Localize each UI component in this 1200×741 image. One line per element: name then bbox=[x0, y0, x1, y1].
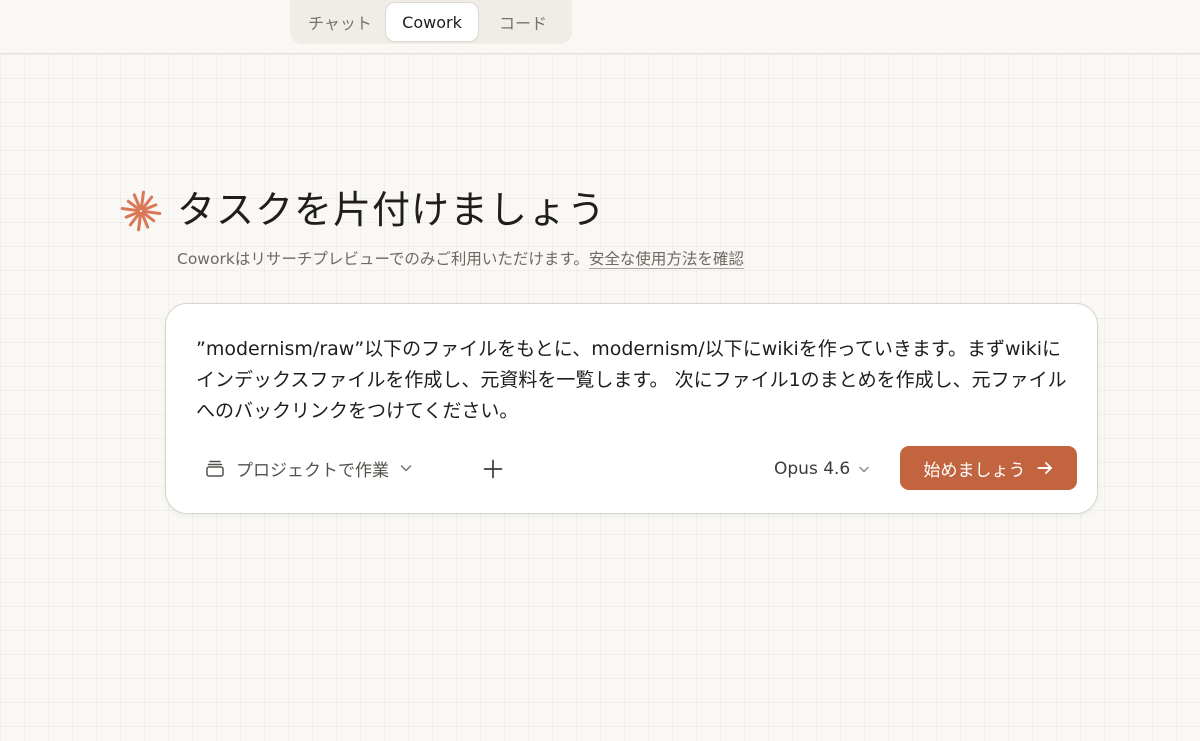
task-composer: ”modernism/raw”以下のファイルをもとに、modernism/以下に… bbox=[165, 303, 1098, 514]
sparkle-asterisk-icon bbox=[120, 190, 162, 232]
start-button-label: 始めましょう bbox=[923, 460, 1026, 481]
research-preview-notice: Coworkはリサーチプレビューでのみご利用いただけます。安全な使用方法を確認 bbox=[177, 248, 744, 270]
arrow-right-icon bbox=[1037, 462, 1052, 474]
project-selector-button[interactable]: プロジェクトで作業 bbox=[204, 451, 413, 485]
folder-stack-icon bbox=[206, 460, 224, 477]
mode-switcher: チャット Cowork コード bbox=[290, 0, 572, 44]
top-bar: チャット Cowork コード bbox=[0, 0, 1200, 54]
prompt-input[interactable]: ”modernism/raw”以下のファイルをもとに、modernism/以下に… bbox=[196, 334, 1076, 427]
chevron-down-icon bbox=[400, 465, 412, 472]
model-selector[interactable]: Opus 4.6 bbox=[774, 454, 870, 484]
add-attachment-button[interactable] bbox=[478, 454, 508, 484]
plus-icon bbox=[483, 459, 503, 479]
tab-cowork[interactable]: Cowork bbox=[386, 3, 478, 41]
start-button[interactable]: 始めましょう bbox=[900, 446, 1077, 490]
model-name: Opus 4.6 bbox=[774, 459, 851, 479]
tab-code[interactable]: コード bbox=[478, 3, 568, 41]
tab-chat[interactable]: チャット bbox=[294, 3, 386, 41]
project-selector-label: プロジェクトで作業 bbox=[236, 460, 389, 481]
chevron-down-icon bbox=[859, 466, 869, 473]
safety-guide-link[interactable]: 安全な使用方法を確認 bbox=[589, 250, 744, 268]
page-title: タスクを片付けましょう bbox=[177, 188, 607, 232]
notice-text: Coworkはリサーチプレビューでのみご利用いただけます。 bbox=[177, 250, 589, 268]
